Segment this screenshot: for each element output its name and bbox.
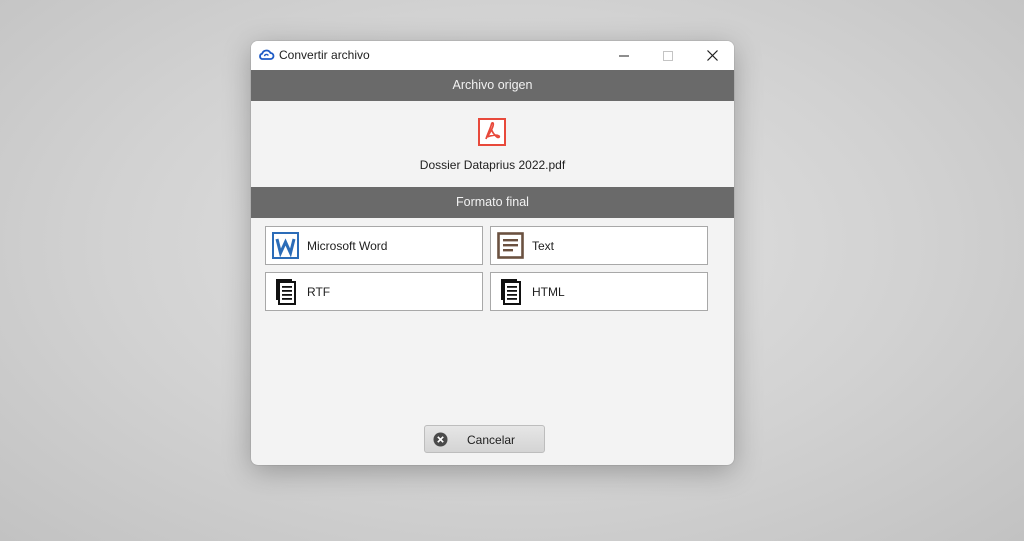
window-title: Convertir archivo [279,48,370,62]
word-icon [272,232,299,259]
cancel-button[interactable]: Cancelar [424,425,545,453]
target-format-header: Formato final [251,187,734,218]
format-label: RTF [307,285,331,299]
maximize-icon [663,50,673,61]
cancel-icon [433,432,448,447]
convert-file-dialog: Convertir archivo Archivo origen Dossier… [251,41,734,465]
format-html-button[interactable]: HTML [490,272,708,311]
document-icon [276,279,296,305]
format-label: Microsoft Word [307,239,388,253]
source-file-header: Archivo origen [251,70,734,101]
source-file-name: Dossier Dataprius 2022.pdf [419,158,566,172]
minimize-button[interactable] [602,41,646,70]
title-bar: Convertir archivo [251,41,734,70]
maximize-button[interactable] [646,41,690,70]
format-label: HTML [532,285,565,299]
text-document-icon [497,232,524,259]
cancel-label: Cancelar [467,433,516,447]
cloud-sync-icon [259,49,275,60]
close-icon [706,50,718,61]
minimize-icon [619,55,629,56]
format-label: Text [532,239,555,253]
close-button[interactable] [690,41,734,70]
format-rtf-button[interactable]: RTF [265,272,483,311]
pdf-icon [478,118,506,146]
format-text-button[interactable]: Text [490,226,708,265]
document-icon [501,279,521,305]
format-microsoft-word-button[interactable]: Microsoft Word [265,226,483,265]
